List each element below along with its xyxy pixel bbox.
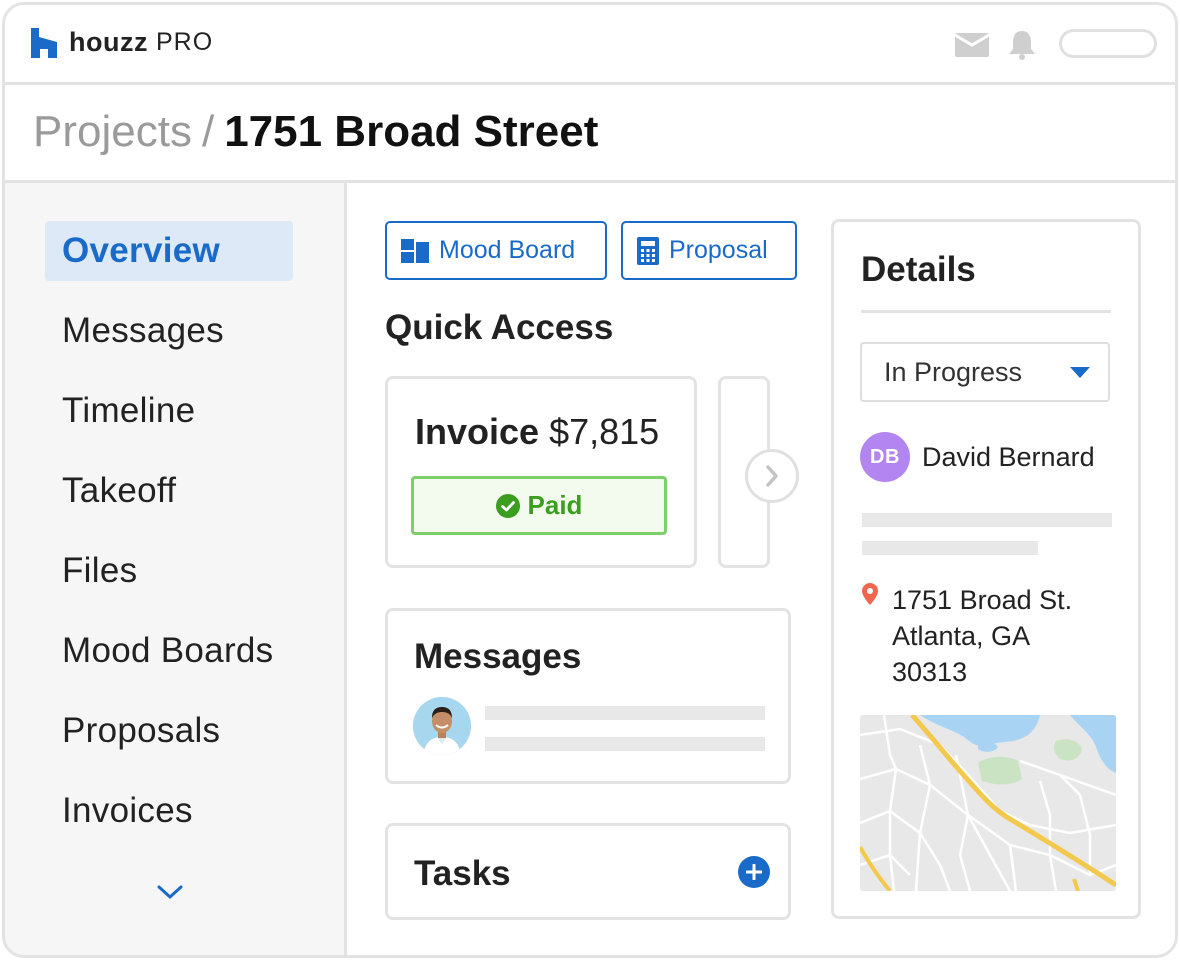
- app-window: houzz PRO Projects/1751 Broad Street Ove…: [2, 2, 1178, 958]
- address-line-3: 30313: [892, 657, 968, 687]
- quick-access-title: Quick Access: [385, 308, 614, 347]
- sidebar-item-mood-boards[interactable]: Mood Boards: [45, 621, 293, 681]
- sidebar-item-files[interactable]: Files: [45, 541, 293, 601]
- breadcrumb-separator: /: [201, 107, 215, 156]
- houzz-logo-icon: [31, 27, 57, 58]
- details-title: Details: [861, 250, 976, 289]
- details-panel: Details In Progress DB David Bernard 175…: [831, 219, 1141, 919]
- status-value: In Progress: [884, 357, 1023, 387]
- houzz-pro-logo[interactable]: houzz PRO: [31, 27, 213, 58]
- proposal-label: Proposal: [669, 236, 768, 264]
- sidebar-item-takeoff[interactable]: Takeoff: [45, 461, 293, 521]
- tasks-card[interactable]: Tasks: [385, 823, 791, 920]
- paid-status-badge: Paid: [411, 476, 667, 535]
- plus-icon: [746, 864, 762, 880]
- page-header: Projects/1751 Broad Street: [5, 85, 1175, 183]
- tasks-card-title: Tasks: [414, 854, 511, 893]
- invoice-amount: $7,815: [549, 411, 660, 452]
- next-arrow-button[interactable]: [745, 449, 799, 503]
- sidebar-item-proposals[interactable]: Proposals: [45, 701, 293, 761]
- chevron-down-icon[interactable]: [156, 883, 184, 901]
- breadcrumb: Projects/1751 Broad Street: [33, 107, 598, 157]
- bell-icon[interactable]: [1006, 29, 1038, 61]
- person-photo: [413, 697, 471, 755]
- message-preview-line: [485, 737, 765, 751]
- page-title: 1751 Broad Street: [224, 107, 599, 156]
- invoice-title: Invoice $7,815: [415, 411, 659, 453]
- messages-card[interactable]: Messages: [385, 608, 791, 784]
- user-menu-pill[interactable]: [1059, 29, 1157, 58]
- breadcrumb-projects-link[interactable]: Projects: [33, 107, 192, 156]
- brand-suffix: PRO: [155, 28, 214, 56]
- mood-board-button[interactable]: Mood Board: [385, 221, 607, 280]
- sidebar: Overview Messages Timeline Takeoff Files…: [5, 183, 347, 955]
- location-map[interactable]: [860, 715, 1116, 891]
- map-image: [860, 715, 1116, 891]
- add-task-button[interactable]: [738, 856, 770, 888]
- brand-name: houzz: [69, 27, 148, 57]
- sidebar-item-timeline[interactable]: Timeline: [45, 381, 293, 441]
- sidebar-item-invoices[interactable]: Invoices: [45, 781, 293, 841]
- message-preview-line: [485, 706, 765, 720]
- caret-down-icon: [1070, 367, 1090, 378]
- messages-card-title: Messages: [414, 637, 582, 676]
- sidebar-item-messages[interactable]: Messages: [45, 301, 293, 361]
- proposal-button[interactable]: Proposal: [621, 221, 797, 280]
- contact-avatar: DB: [860, 432, 910, 482]
- status-dropdown[interactable]: In Progress: [860, 342, 1110, 402]
- location-pin-icon: [862, 583, 878, 605]
- invoice-card[interactable]: Invoice $7,815 Paid: [385, 376, 697, 568]
- divider: [861, 310, 1111, 313]
- address-line-2: Atlanta, GA: [892, 621, 1031, 651]
- contact-name[interactable]: David Bernard: [922, 442, 1095, 473]
- detail-placeholder-line: [862, 541, 1038, 555]
- address-line-1: 1751 Broad St.: [892, 585, 1073, 615]
- top-bar: houzz PRO: [5, 5, 1175, 85]
- avatar: [413, 697, 471, 755]
- check-circle-icon: [495, 493, 520, 518]
- chevron-right-icon: [766, 465, 778, 487]
- paid-label: Paid: [527, 490, 583, 520]
- calculator-icon: [637, 236, 659, 265]
- sidebar-item-overview[interactable]: Overview: [45, 221, 293, 281]
- mood-board-label: Mood Board: [439, 236, 576, 264]
- detail-placeholder-line: [862, 513, 1112, 527]
- mail-icon[interactable]: [955, 33, 989, 57]
- mood-board-icon: [401, 238, 429, 263]
- invoice-label: Invoice: [415, 411, 540, 452]
